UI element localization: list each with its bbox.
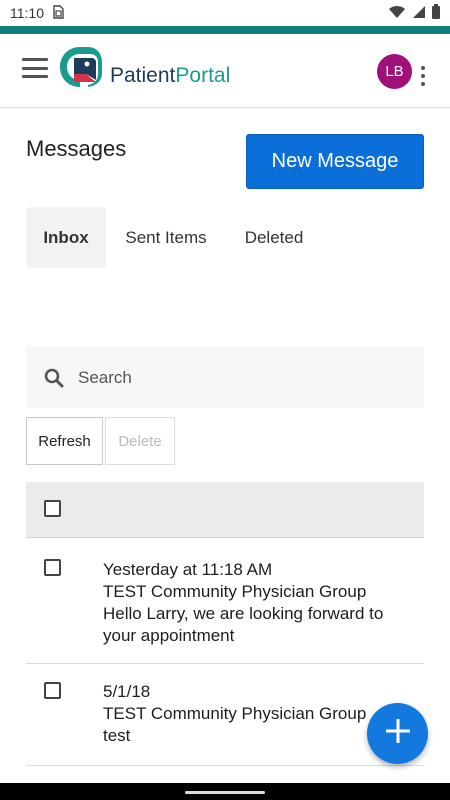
app-brand: PatientPortal <box>110 64 230 88</box>
message-table-header <box>26 482 424 538</box>
message-sender: TEST Community Physician Group <box>103 704 367 723</box>
app-header: PatientPortal LB <box>0 34 450 108</box>
more-options-icon[interactable] <box>418 66 428 86</box>
signal-icon <box>412 5 426 22</box>
tab-deleted[interactable]: Deleted <box>226 207 322 268</box>
search-box <box>26 347 424 408</box>
message-date: 5/1/18 <box>103 682 151 701</box>
message-checkbox[interactable] <box>44 682 61 699</box>
search-input[interactable] <box>78 347 408 408</box>
status-time: 11:10 <box>10 5 44 21</box>
message-tabs: Inbox Sent Items Deleted <box>26 207 322 268</box>
message-summary: 5/1/18 TEST Community Physician Group te… <box>103 681 383 747</box>
status-bar: 11:10 <box>0 0 450 26</box>
plus-icon <box>385 718 411 749</box>
select-all-checkbox[interactable] <box>44 500 61 517</box>
message-row[interactable]: Yesterday at 11:18 AM TEST Community Phy… <box>26 539 424 664</box>
battery-icon <box>432 4 440 22</box>
message-checkbox[interactable] <box>44 559 61 576</box>
message-summary: Yesterday at 11:18 AM TEST Community Phy… <box>103 559 403 647</box>
message-preview: test <box>103 726 131 745</box>
refresh-button[interactable]: Refresh <box>26 417 103 465</box>
avatar[interactable]: LB <box>377 54 412 89</box>
compose-fab[interactable] <box>367 703 428 764</box>
search-icon <box>44 368 64 388</box>
message-preview: Hello Larry, we are looking forward to y… <box>103 604 384 645</box>
menu-icon[interactable] <box>22 58 48 78</box>
message-sender: TEST Community Physician Group <box>103 582 367 601</box>
delete-button[interactable]: Delete <box>105 417 175 465</box>
home-gesture-handle[interactable] <box>185 791 265 794</box>
tab-inbox[interactable]: Inbox <box>26 207 106 268</box>
message-date: Yesterday at 11:18 AM <box>103 560 273 579</box>
page-title: Messages <box>26 136 127 161</box>
brand-strip <box>0 26 450 34</box>
brand-text-portal: Portal <box>175 64 231 87</box>
brand-text-patient: Patient <box>110 64 176 87</box>
patient-portal-logo <box>56 44 104 90</box>
new-message-button[interactable]: New Message <box>246 134 424 189</box>
sim-icon <box>52 4 64 22</box>
tab-sent-items[interactable]: Sent Items <box>106 207 226 268</box>
system-nav-bar <box>0 783 450 800</box>
message-row[interactable]: 5/1/18 TEST Community Physician Group te… <box>26 665 424 766</box>
wifi-icon <box>388 5 406 22</box>
